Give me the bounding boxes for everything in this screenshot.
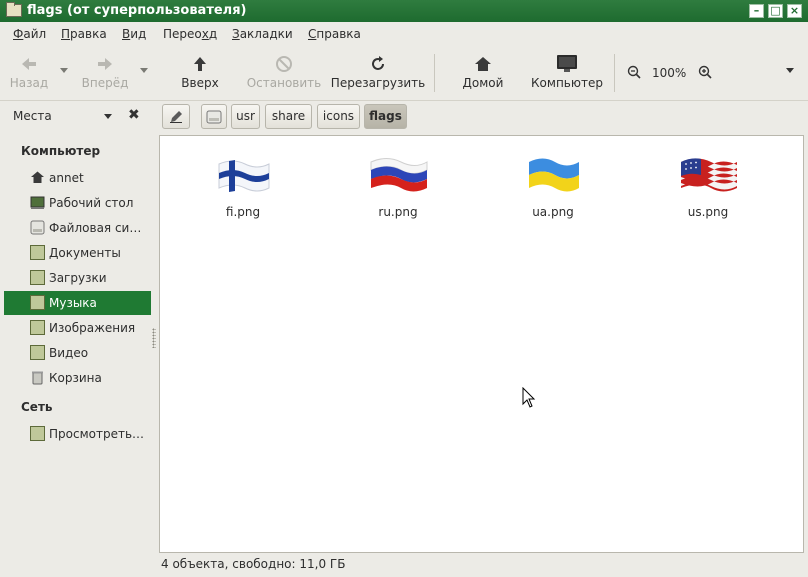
toolbar: Назад Вперёд Вверх Остановить Перезагруз… (0, 46, 808, 101)
menu-go[interactable]: Переохд (163, 27, 217, 41)
folder-icon (30, 270, 45, 285)
zoom-level[interactable]: 100% (652, 66, 686, 80)
trash-icon (30, 370, 45, 385)
file-item[interactable]: us.png (648, 154, 768, 219)
menu-edit[interactable]: Правка (61, 27, 107, 41)
home-icon (459, 54, 507, 74)
path-segment-icons[interactable]: icons (317, 104, 360, 129)
folder-icon (6, 2, 22, 17)
usa-flag-icon (681, 158, 737, 192)
reload-button[interactable]: Перезагрузить (330, 50, 426, 96)
toggle-location-entry-button[interactable] (162, 104, 190, 129)
sidebar-item-home[interactable]: annet (4, 166, 151, 190)
arrow-right-icon (78, 54, 132, 74)
folder-icon (30, 320, 45, 335)
stop-button[interactable]: Остановить (245, 50, 323, 96)
path-segment-flags[interactable]: flags (364, 104, 407, 129)
toolbar-overflow-arrow[interactable] (786, 68, 794, 73)
path-root-button[interactable] (201, 104, 227, 129)
home-button[interactable]: Домой (459, 50, 507, 96)
forward-history-dropdown[interactable] (140, 68, 148, 73)
forward-button[interactable]: Вперёд (78, 50, 132, 96)
folder-icon (30, 345, 45, 360)
sidebar-header-network: Сеть (21, 400, 53, 414)
sidebar-item-browse-network[interactable]: Просмотреть… (4, 422, 151, 446)
sidebar-item-videos[interactable]: Видео (4, 341, 151, 365)
mouse-pointer-icon (522, 386, 536, 412)
drive-icon (206, 110, 222, 124)
drive-icon (30, 220, 45, 235)
menu-file[interactable]: Файл (13, 27, 46, 41)
sidebar-item-desktop[interactable]: Рабочий стол (4, 191, 151, 215)
folder-icon (30, 245, 45, 260)
zoom-out-icon[interactable] (627, 65, 641, 82)
title-bar[interactable]: flags (от суперпользователя) – □ × (0, 0, 808, 22)
menu-view[interactable]: Вид (122, 27, 146, 41)
russia-flag-icon (370, 158, 428, 192)
sidebar-item-documents[interactable]: Документы (4, 241, 151, 265)
reload-icon (330, 54, 426, 74)
menu-help[interactable]: Справка (308, 27, 361, 41)
places-selector[interactable]: Места (13, 109, 52, 123)
minimize-button[interactable]: – (749, 4, 764, 18)
menu-bar: Файл Правка Вид Переохд Закладки Справка (0, 22, 808, 46)
monitor-icon (529, 54, 605, 74)
toolbar-separator (434, 54, 435, 92)
status-bar: 4 объекта, свободно: 11,0 ГБ (161, 557, 346, 571)
stop-icon (245, 54, 323, 74)
menu-bookmarks[interactable]: Закладки (232, 27, 293, 41)
computer-button[interactable]: Компьютер (529, 50, 605, 96)
zoom-in-icon[interactable] (698, 65, 712, 82)
sidebar-header-computer: Компьютер (21, 144, 101, 158)
sidebar-item-music[interactable]: Музыка (4, 291, 151, 315)
maximize-button[interactable]: □ (768, 4, 783, 18)
pencil-icon (170, 111, 182, 123)
window-title: flags (от суперпользователя) (27, 3, 247, 18)
close-button[interactable]: × (787, 4, 802, 18)
close-sidebar-icon[interactable]: ✖ (128, 107, 140, 123)
sidebar-resize-handle[interactable] (152, 328, 156, 348)
back-history-dropdown[interactable] (60, 68, 68, 73)
ukraine-flag-icon (529, 158, 579, 192)
arrow-up-icon (176, 54, 224, 74)
finland-flag-icon (218, 160, 270, 192)
path-segment-usr[interactable]: usr (231, 104, 260, 129)
file-item[interactable]: fi.png (183, 154, 303, 219)
path-segment-share[interactable]: share (265, 104, 312, 129)
location-bar: Места ✖ usr share icons flags (0, 101, 808, 132)
back-button[interactable]: Назад (8, 50, 50, 96)
toolbar-separator (614, 54, 615, 92)
file-manager-window: flags (от суперпользователя) – □ × Файл … (0, 0, 808, 577)
icon-view[interactable]: fi.png ru.png ua.png us.png (159, 135, 804, 553)
places-sidebar: Компьютер annet Рабочий стол Файловая си… (4, 135, 151, 572)
chevron-down-icon[interactable] (104, 114, 112, 119)
up-button[interactable]: Вверх (176, 50, 224, 96)
file-item[interactable]: ua.png (493, 154, 613, 219)
file-item[interactable]: ru.png (338, 154, 458, 219)
sidebar-item-trash[interactable]: Корзина (4, 366, 151, 390)
arrow-left-icon (8, 54, 50, 74)
sidebar-item-downloads[interactable]: Загрузки (4, 266, 151, 290)
network-folder-icon (30, 426, 45, 441)
sidebar-item-filesystem[interactable]: Файловая си… (4, 216, 151, 240)
sidebar-item-pictures[interactable]: Изображения (4, 316, 151, 340)
desktop-icon (30, 195, 45, 210)
home-icon (30, 170, 45, 185)
music-folder-icon (30, 295, 45, 310)
